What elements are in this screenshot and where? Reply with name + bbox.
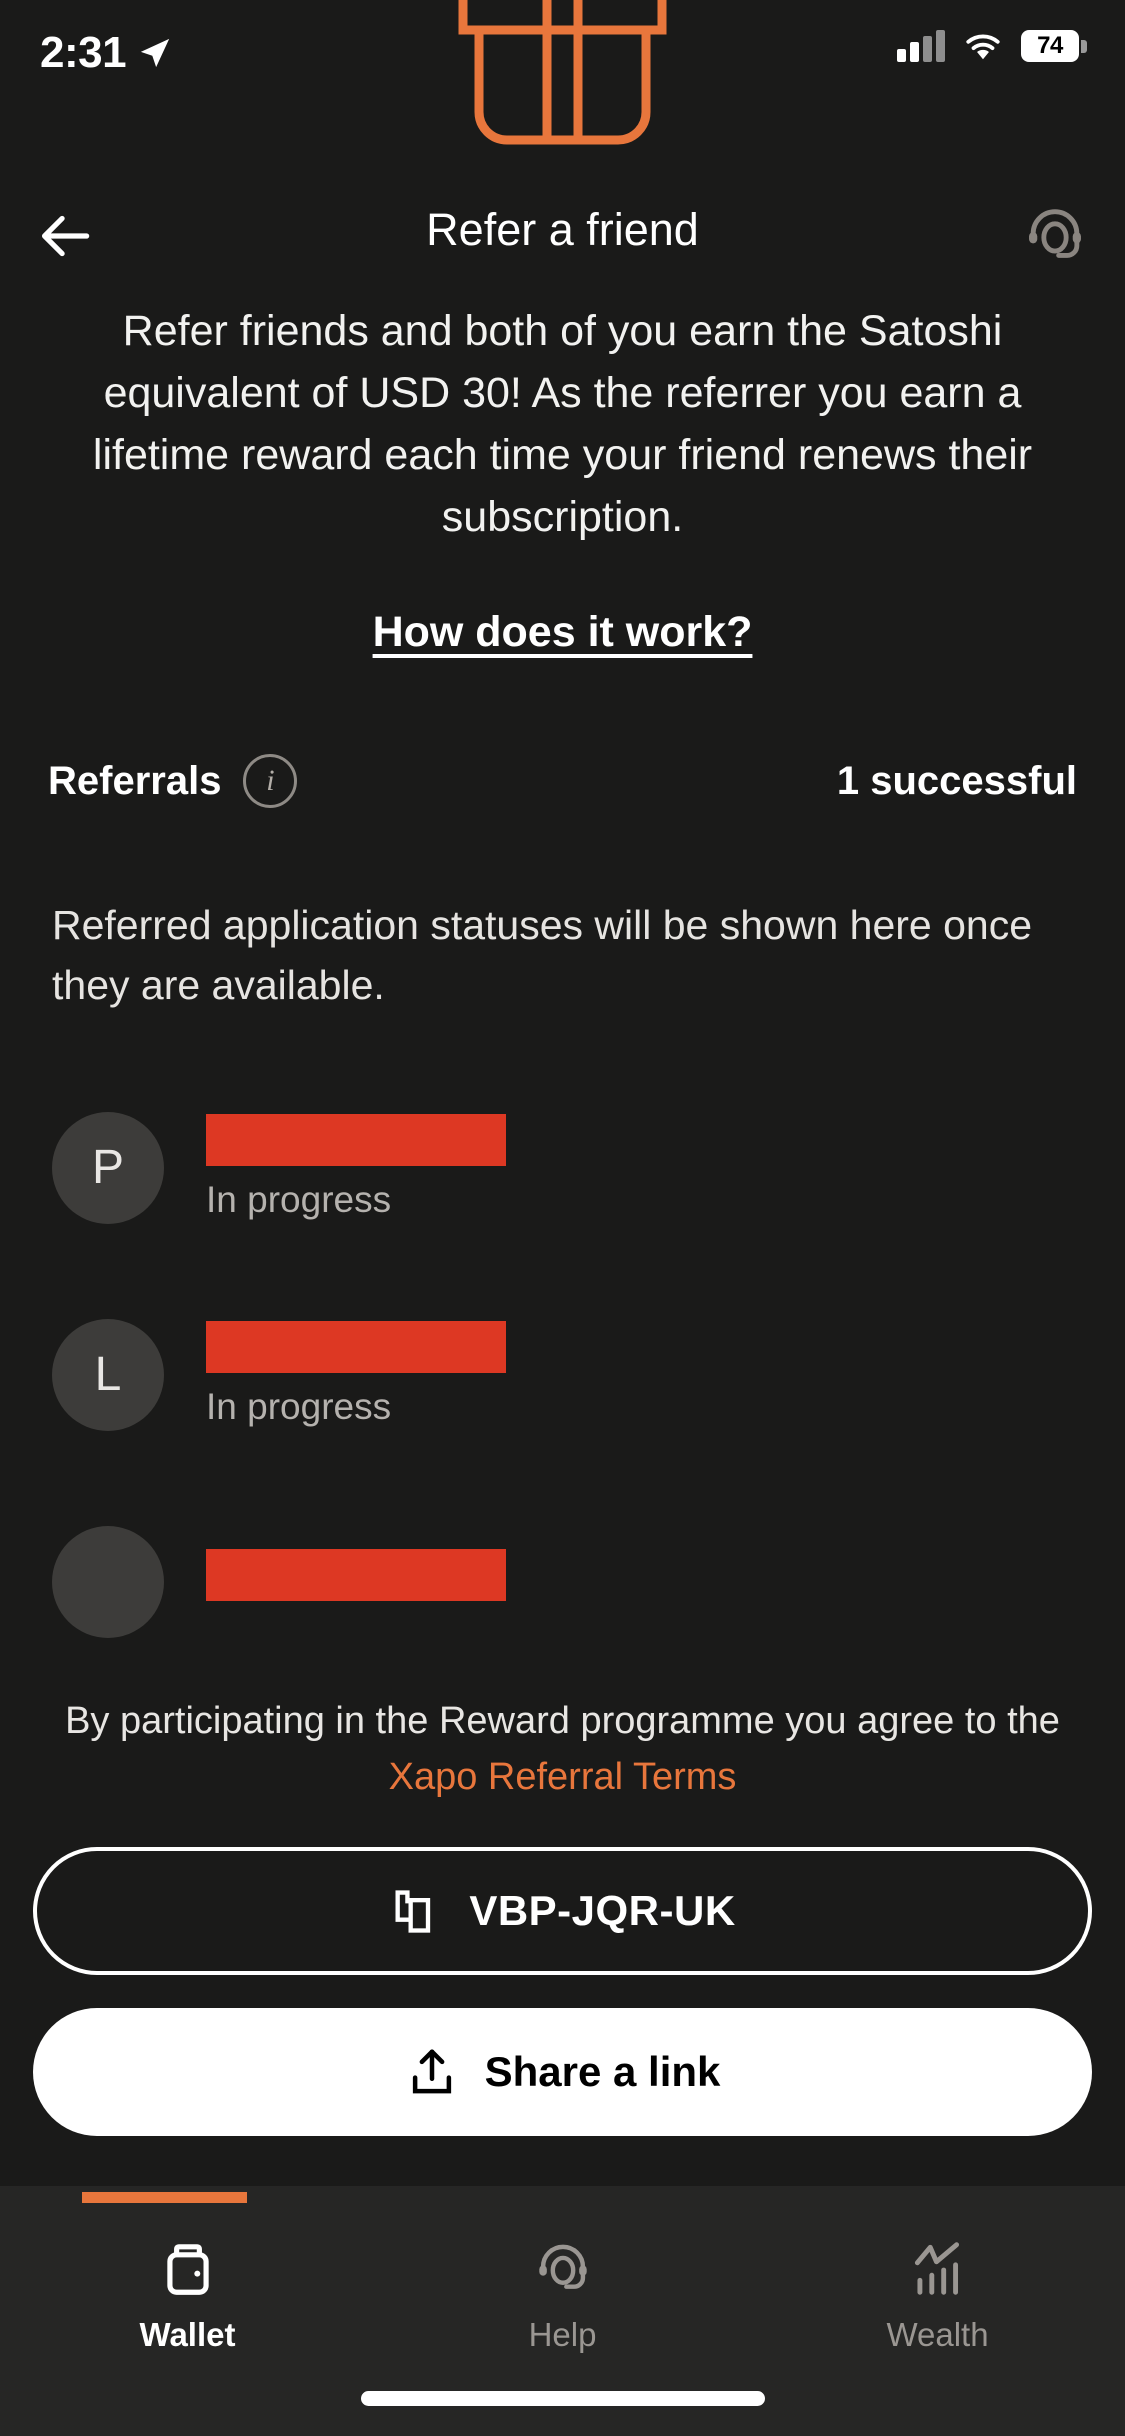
copy-icon [395,1890,431,1933]
referrals-empty-note: Referred application statuses will be sh… [52,902,1032,1008]
list-item-body: In progress [206,1114,506,1221]
support-button[interactable] [1005,186,1105,286]
list-item[interactable] [0,1504,1125,1659]
terms-link[interactable]: Xapo Referral Terms [389,1756,737,1798]
headset-support-icon [1029,209,1081,258]
referrals-label: Referrals [48,758,222,803]
chart-growth-icon [914,2242,959,2295]
avatar: P [52,1111,164,1224]
redacted-name-bar [206,1321,506,1373]
referral-status: In progress [206,1386,392,1427]
referral-list[interactable]: P In progress L In progress [0,1090,1125,1690]
terms-prefix: By participating in the Reward programme… [65,1700,1060,1742]
avatar: L [52,1318,164,1431]
list-item-body [206,1549,506,1614]
referral-status: In progress [206,1179,392,1220]
tab-wallet[interactable]: Wallet [0,2186,375,2436]
share-link-label: Share a link [484,2048,721,2095]
headset-icon [538,2244,587,2289]
referrals-summary-row: Referrals i 1 successful [48,745,1077,817]
how-it-works-link[interactable]: How does it work? [0,608,1125,657]
redacted-name-bar [206,1549,506,1601]
footer-actions: By participating in the Reward programme… [0,1660,1125,2220]
wifi-icon [966,34,1000,60]
list-item[interactable]: L In progress [0,1297,1125,1452]
list-item[interactable]: P In progress [0,1090,1125,1245]
intro-paragraph: Refer friends and both of you earn the S… [92,307,1033,541]
home-indicator [360,2391,765,2406]
how-it-works-label: How does it work? [372,608,753,656]
tab-wealth[interactable]: Wealth [750,2186,1125,2436]
location-arrow-icon [140,38,170,68]
referrals-count: 1 successful [836,758,1077,803]
battery-level: 74 [1021,30,1079,62]
active-tab-indicator [82,2192,247,2203]
tab-label-help: Help [528,2316,597,2353]
copy-referral-code-button[interactable]: VBP-JQR-UK [33,1847,1092,1975]
share-upload-icon [412,2049,451,2094]
share-link-button[interactable]: Share a link [33,2008,1092,2136]
tab-label-wealth: Wealth [886,2316,989,2353]
status-time: 2:31 [40,28,127,77]
bottom-tab-bar: Wallet Help Wealth [0,2186,1125,2436]
info-circle-icon[interactable]: i [243,754,298,808]
avatar [52,1525,164,1638]
cellular-signal-icon [897,30,945,62]
battery-tip [1081,39,1087,53]
status-time-group: 2:31 [40,28,280,78]
list-item-body: In progress [206,1321,506,1428]
app-screen: 2:31 74 Refer a friend Refer friends and… [0,0,1125,2436]
wallet-icon [166,2244,209,2295]
tab-label-wallet: Wallet [139,2316,236,2353]
page-header: Refer a friend [0,180,1125,290]
battery-indicator: 74 [1021,30,1087,62]
redacted-name-bar [206,1114,506,1166]
referrals-label-group: Referrals i [48,754,298,808]
page-title: Refer a friend [426,204,699,255]
status-indicators: 74 [897,30,1087,62]
gift-box-icon [458,0,667,145]
terms-text: By participating in the Reward programme… [40,1693,1085,1805]
referral-code-label: VBP-JQR-UK [469,1887,736,1934]
